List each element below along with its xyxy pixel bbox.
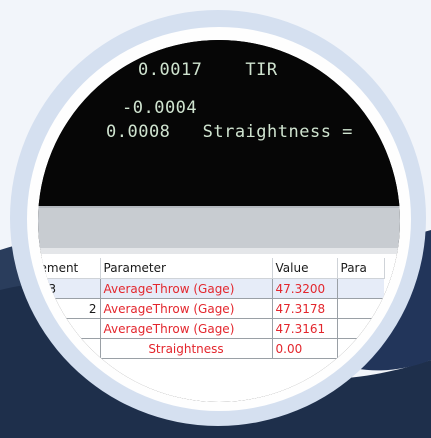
row-parameter: AverageThrow (Gage) bbox=[99, 278, 273, 299]
table-row[interactable]: t 3 AverageThrow (Gage) 47.3200 bbox=[38, 278, 384, 299]
row-element bbox=[38, 318, 101, 339]
column-header-para[interactable]: Para bbox=[337, 258, 385, 279]
table-row[interactable]: 2 AverageThrow (Gage) 47.3178 bbox=[38, 298, 384, 319]
row-parameter: AverageThrow (Gage) bbox=[99, 298, 273, 319]
column-header-value[interactable]: Value bbox=[272, 258, 338, 279]
row-element: 2 bbox=[38, 298, 101, 319]
column-header-parameter[interactable]: Parameter bbox=[100, 258, 273, 279]
table-row[interactable]: AverageThrow (Gage) 47.3161 bbox=[38, 318, 384, 339]
row-extra bbox=[336, 278, 384, 299]
terminal-line-2: -0.0004 bbox=[122, 98, 198, 118]
row-extra bbox=[336, 318, 384, 339]
row-value: 47.3178 bbox=[271, 298, 338, 319]
table-header-row: ement Parameter Value Para bbox=[38, 258, 385, 279]
column-header-element[interactable]: ement bbox=[38, 258, 101, 279]
row-element bbox=[38, 338, 101, 359]
row-value: 0.00 bbox=[271, 338, 338, 359]
terminal-line-1: 0.0017 TIR bbox=[138, 60, 278, 80]
row-parameter: Straightness bbox=[99, 338, 273, 359]
row-extra bbox=[336, 298, 384, 319]
table-row[interactable]: Straightness 0.00 bbox=[38, 338, 384, 359]
terminal-output: 0.0017 TIR -0.0004 0.0008 Straightness = bbox=[38, 40, 400, 206]
row-element: t 3 bbox=[38, 278, 101, 299]
row-value: 47.3200 bbox=[271, 278, 338, 299]
row-extra bbox=[336, 338, 384, 359]
panel-divider bbox=[38, 206, 400, 250]
row-value: 47.3161 bbox=[271, 318, 338, 339]
results-table: ement Parameter Value Para t 3 AverageTh… bbox=[38, 258, 385, 359]
magnified-screen: 0.0017 TIR -0.0004 0.0008 Straightness =… bbox=[38, 40, 400, 402]
results-table-container: ement Parameter Value Para t 3 AverageTh… bbox=[38, 254, 400, 402]
terminal-line-3: 0.0008 Straightness = bbox=[106, 122, 353, 142]
row-parameter: AverageThrow (Gage) bbox=[99, 318, 273, 339]
